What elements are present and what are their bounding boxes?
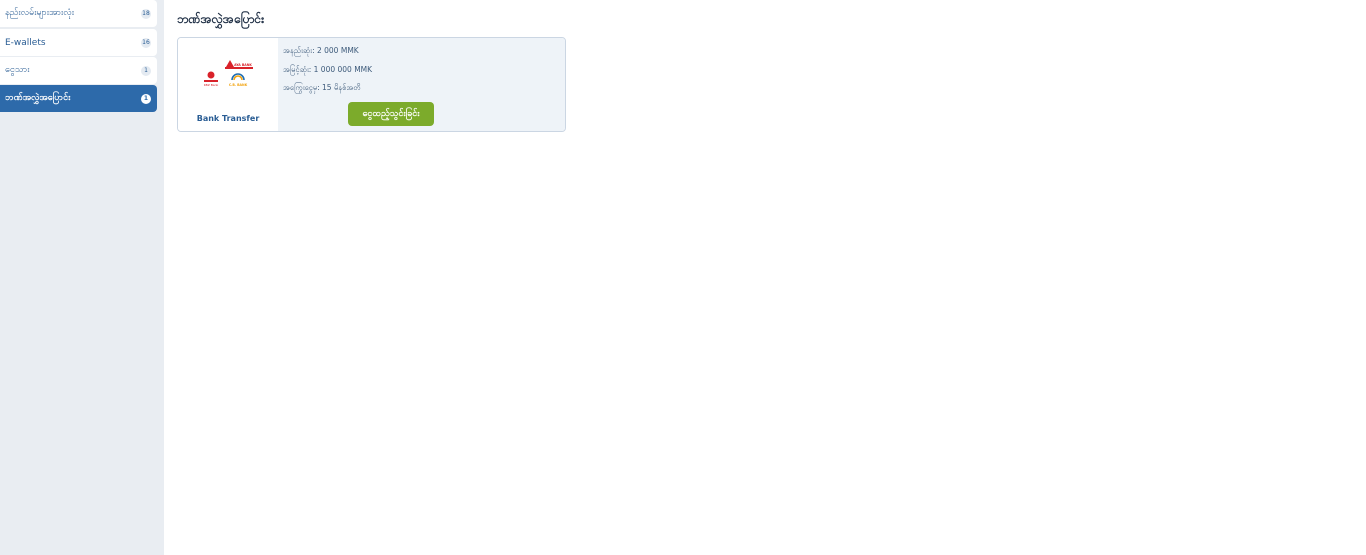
count-badge: 16 <box>141 37 151 48</box>
count-badge: 1 <box>141 93 151 104</box>
sidebar-item-label: E-wallets <box>5 37 46 48</box>
svg-text:C.B. BANK: C.B. BANK <box>229 83 248 87</box>
payment-method-card[interactable]: KBZ Bank AYA BANK C.B. BANK Bank Transfe… <box>177 37 566 132</box>
count-badge: 1 <box>141 65 151 76</box>
max-amount: အမြင့်ဆုံး: 1 000 000 MMK <box>283 65 373 74</box>
deposit-button[interactable]: ငွေထည့်သွင်းခြင်း <box>348 102 434 126</box>
sidebar-item-cash[interactable]: ငွေသား 1 <box>0 57 157 84</box>
sidebar-item-e-wallets[interactable]: E-wallets 16 <box>0 29 157 56</box>
sidebar-item-all-methods[interactable]: နည်းလမ်းများအားလုံး 18 <box>0 0 157 27</box>
svg-text:AYA BANK: AYA BANK <box>234 63 252 67</box>
sidebar-item-label: နည်းလမ်းများအားလုံး <box>5 8 75 18</box>
bank-logos: KBZ Bank AYA BANK C.B. BANK <box>204 60 253 87</box>
aya-bank-logo: AYA BANK <box>225 60 253 69</box>
kbz-bank-logo: KBZ Bank <box>204 71 219 87</box>
count-badge: 18 <box>141 8 151 19</box>
processing-time: အကြွေးငွေမှ: 15 မိနစ်အတိ <box>283 83 361 92</box>
method-logo-panel: KBZ Bank AYA BANK C.B. BANK Bank Transfe… <box>178 38 278 131</box>
svg-text:KBZ Bank: KBZ Bank <box>204 83 219 87</box>
page-title: ဘဏ်အလွှဲအပြောင်း <box>177 12 265 26</box>
method-details-panel: အနည်းဆုံး: 2 000 MMK အမြင့်ဆုံး: 1 000 0… <box>278 38 565 131</box>
payment-methods-sidebar: နည်းလမ်းများအားလုံး 18 E-wallets 16 ငွေသ… <box>0 0 164 555</box>
sidebar-item-label: ငွေသား <box>5 65 30 75</box>
min-amount: အနည်းဆုံး: 2 000 MMK <box>283 46 359 55</box>
cb-bank-logo: C.B. BANK <box>229 73 248 87</box>
sidebar-item-label: ဘဏ်အလွှဲအပြောင်း <box>5 93 71 103</box>
method-name: Bank Transfer <box>196 114 260 123</box>
sidebar-item-bank-transfer[interactable]: ဘဏ်အလွှဲအပြောင်း 1 <box>0 85 157 112</box>
